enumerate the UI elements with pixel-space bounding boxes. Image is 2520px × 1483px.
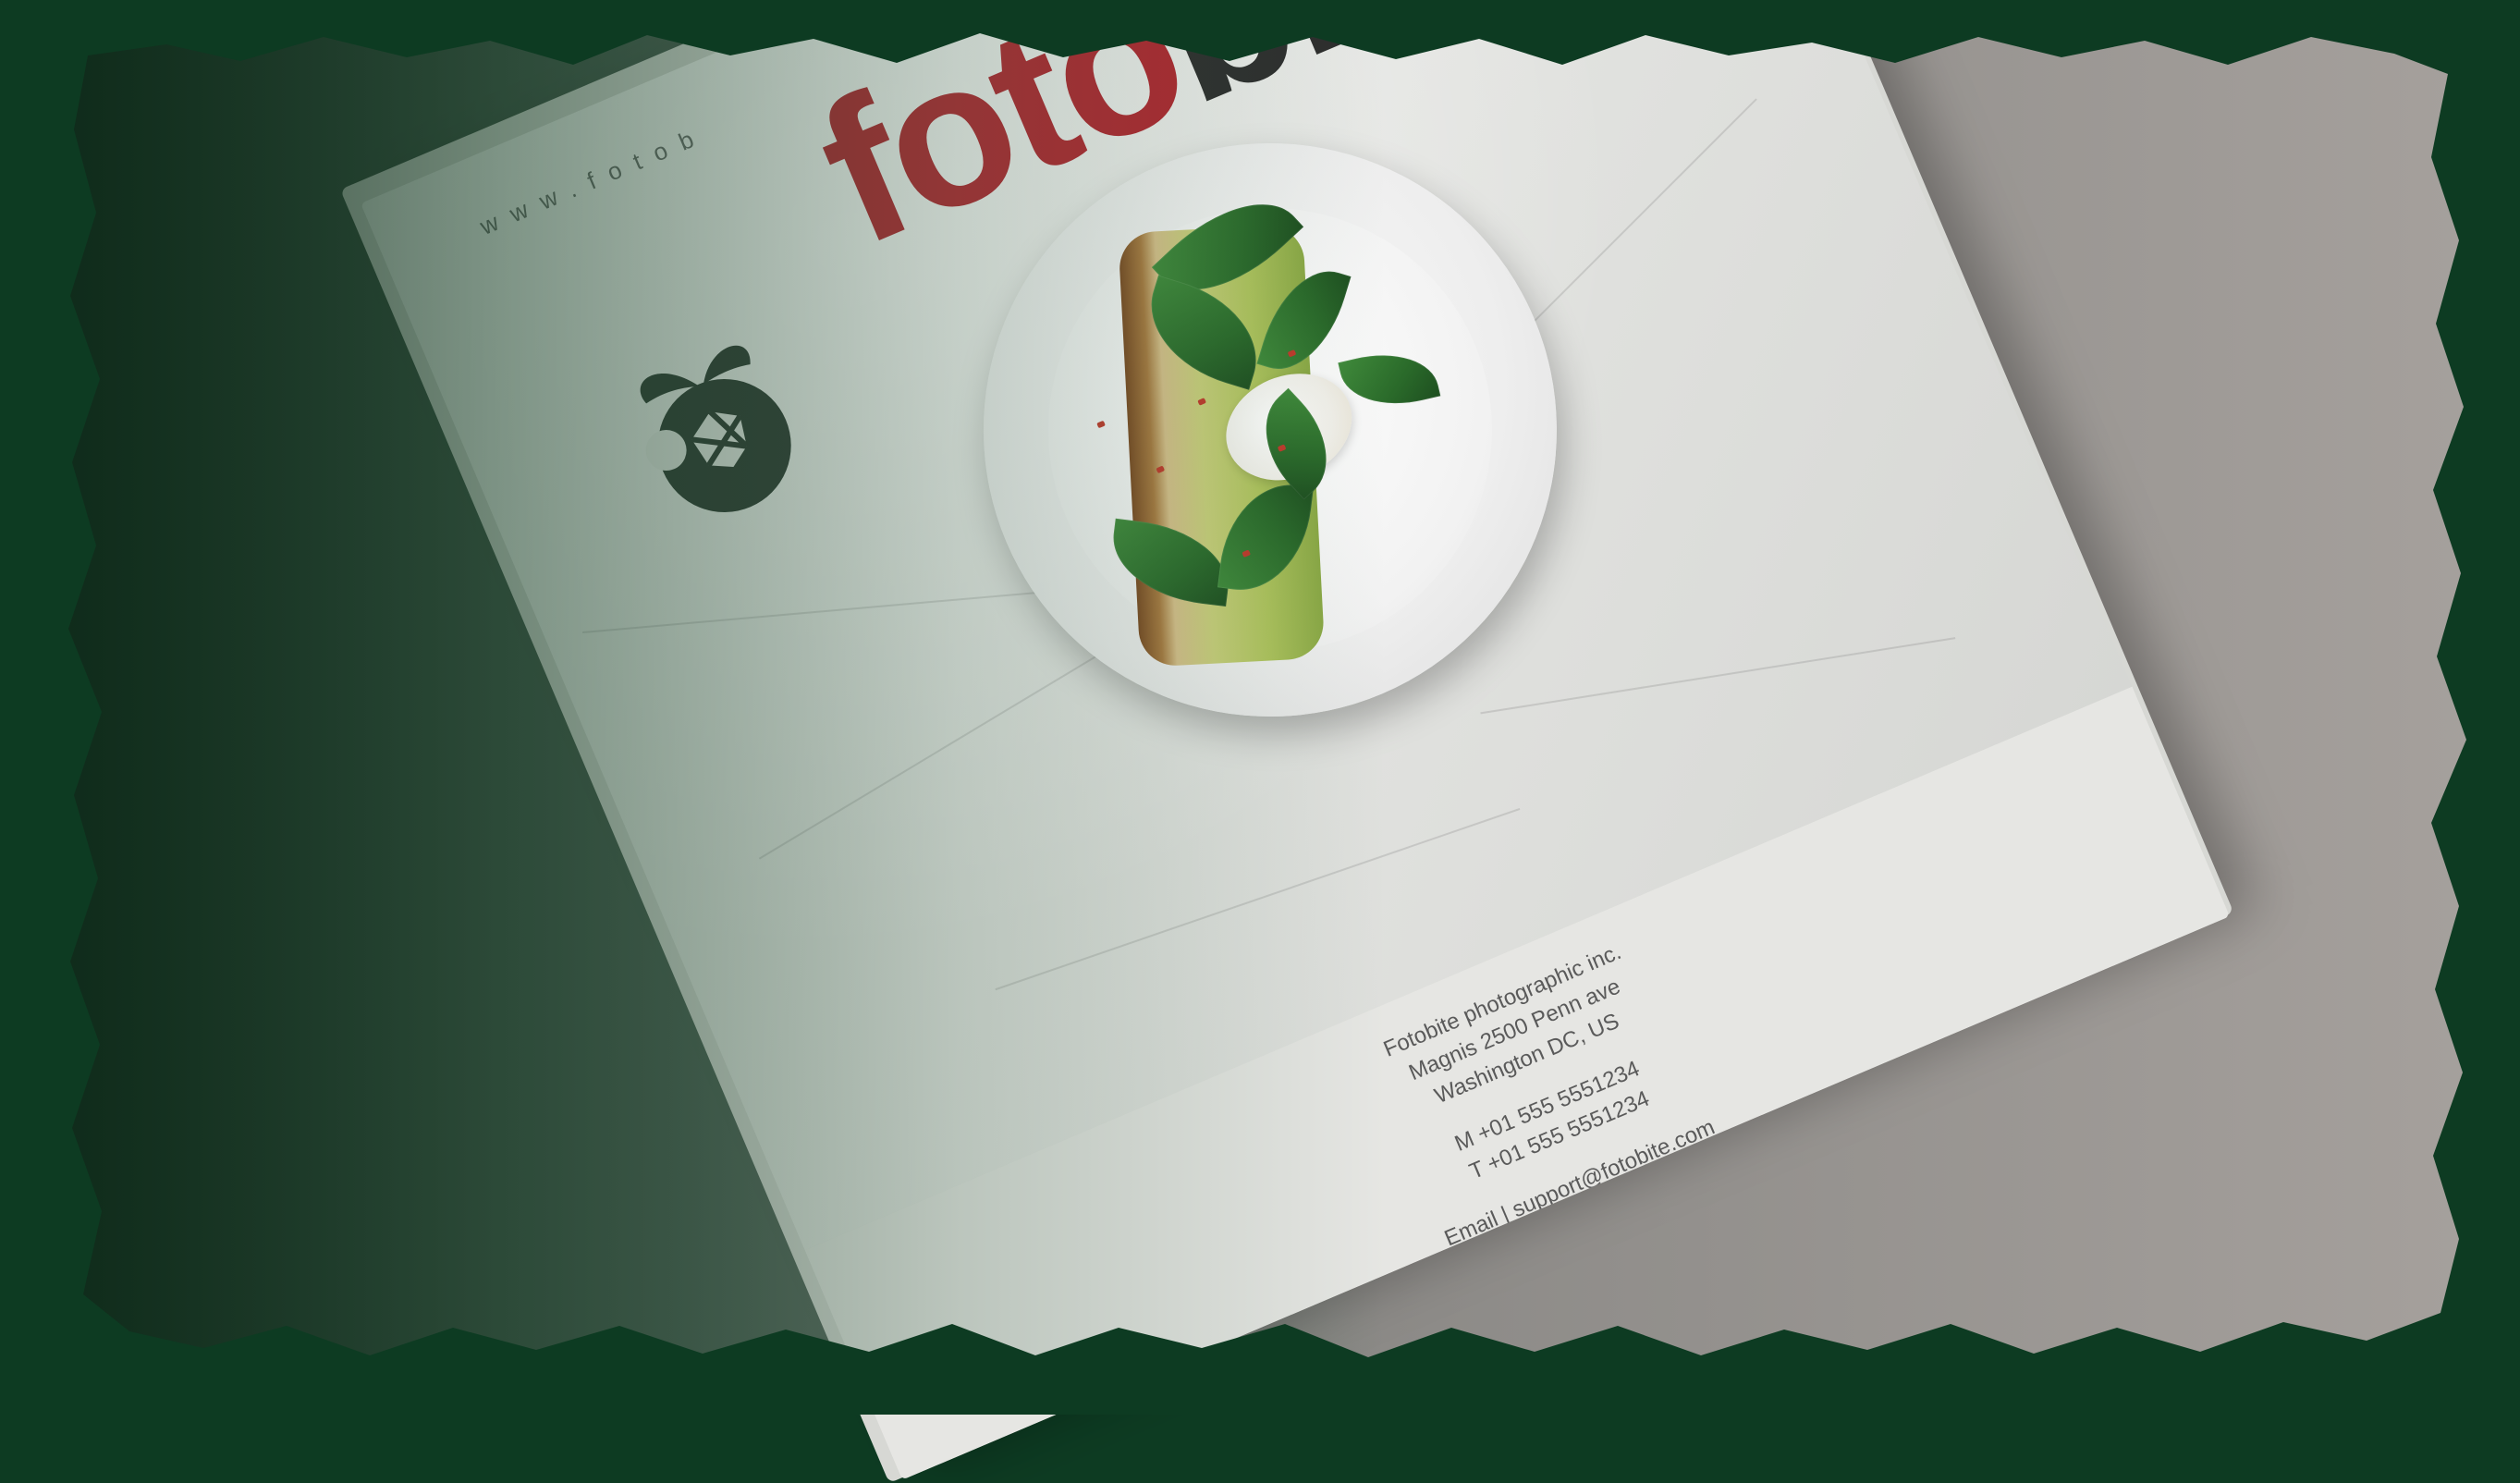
magazine-mockup-scene: www.fotob fotobite <box>0 0 2520 1483</box>
